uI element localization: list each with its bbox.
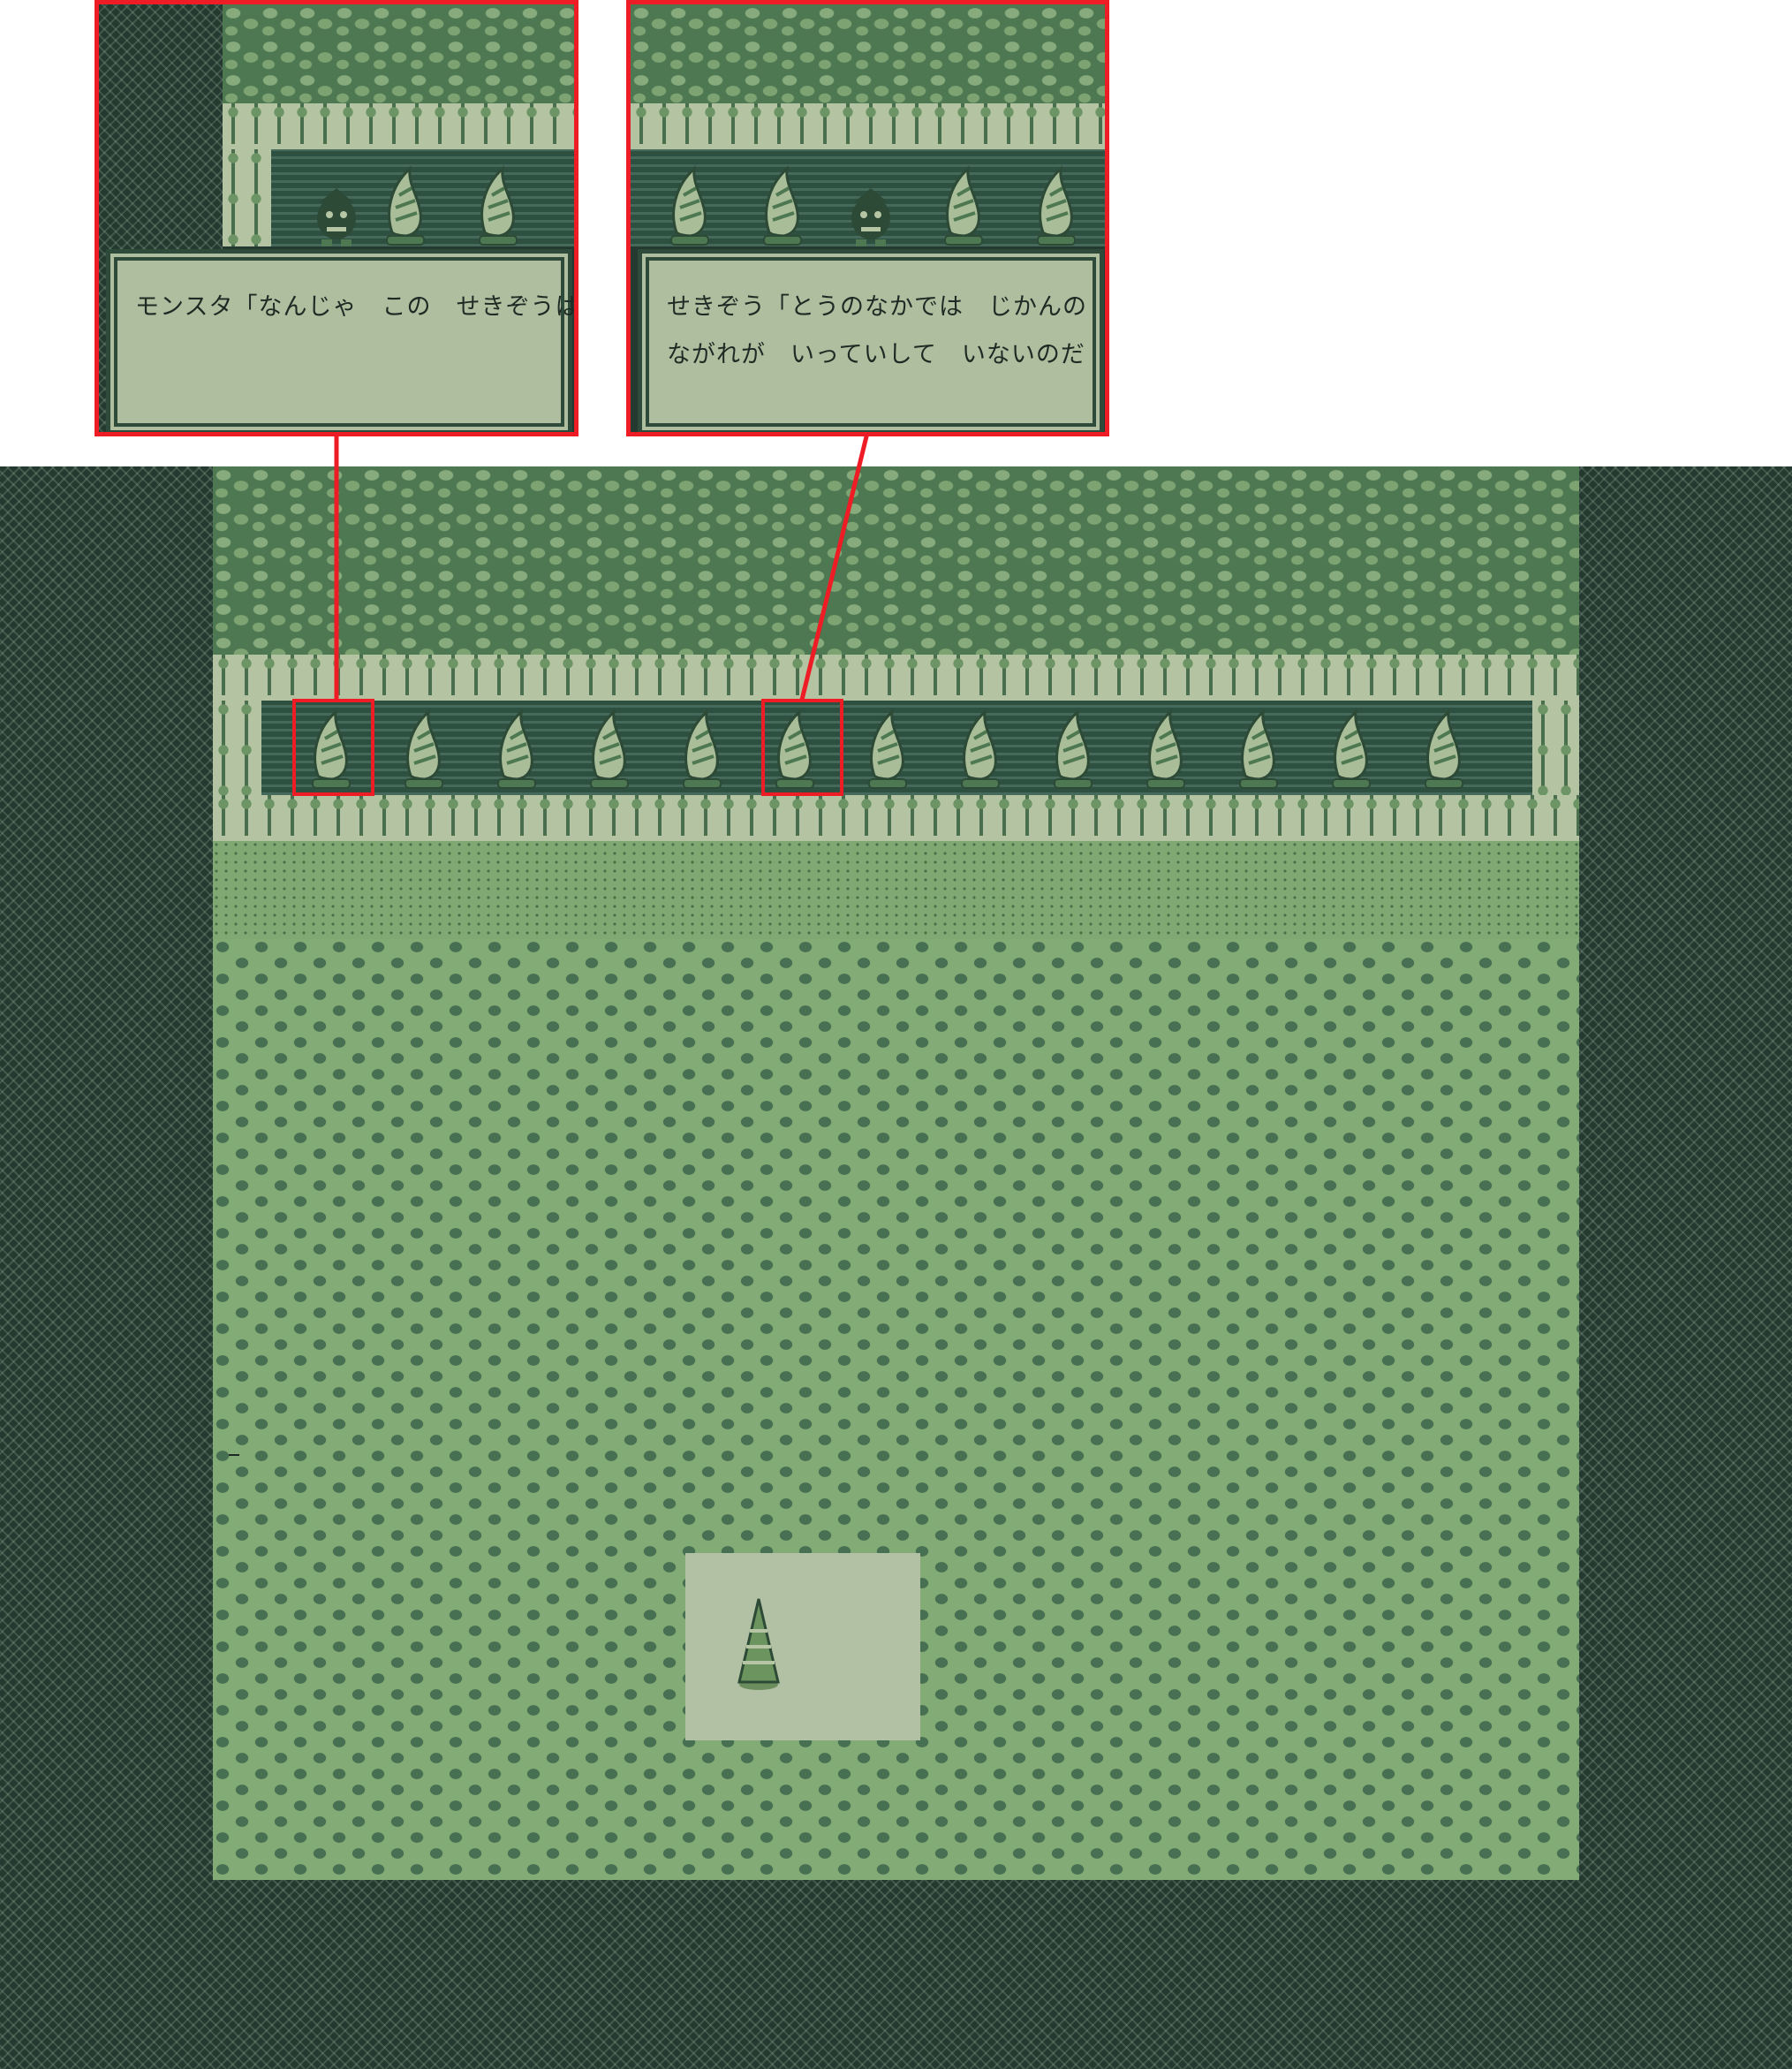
clearing-tile (685, 1553, 920, 1740)
drill-statue-icon[interactable] (938, 163, 989, 248)
monster-hero-icon[interactable] (311, 163, 362, 248)
dialog-box-right: せきぞう「とうのなかでは じかんの ながれが いっていして いないのだ (638, 249, 1104, 432)
zoom-panel-left: モンスタ「なんじゃ この せきぞうは (95, 0, 578, 436)
monster-hero-icon[interactable] (845, 163, 896, 248)
zoom-rock-wall (631, 4, 1105, 103)
zoom-palm-border (631, 103, 1105, 149)
grass-strip (213, 841, 1579, 939)
palm-border-bottom (213, 795, 1579, 841)
dialog-line: せきぞう「とうのなかでは じかんの (667, 293, 1087, 321)
zoom-panel-right: せきぞう「とうのなかでは じかんの ながれが いっていして いないのだ (626, 0, 1109, 436)
dialog-line: ながれが いっていして いないのだ (667, 341, 1085, 368)
drill-statue-icon[interactable] (757, 163, 808, 248)
drill-statue-icon[interactable] (1031, 163, 1082, 248)
zoom-palm-border (223, 103, 574, 149)
drill-statue-icon[interactable] (473, 163, 524, 248)
cone-tree-icon[interactable] (732, 1595, 785, 1691)
zoom-palm-left (223, 149, 271, 246)
dialog-line: モンスタ「なんじゃ この せきぞうは (135, 293, 578, 321)
map-tick-mark (229, 1454, 239, 1456)
drill-statue-icon[interactable] (664, 163, 715, 248)
zoom-rock-wall (223, 4, 574, 103)
connector-line-right (799, 432, 870, 701)
drill-statue-icon[interactable] (380, 163, 431, 248)
dialog-box-left: モンスタ「なんじゃ この せきぞうは (106, 249, 574, 432)
